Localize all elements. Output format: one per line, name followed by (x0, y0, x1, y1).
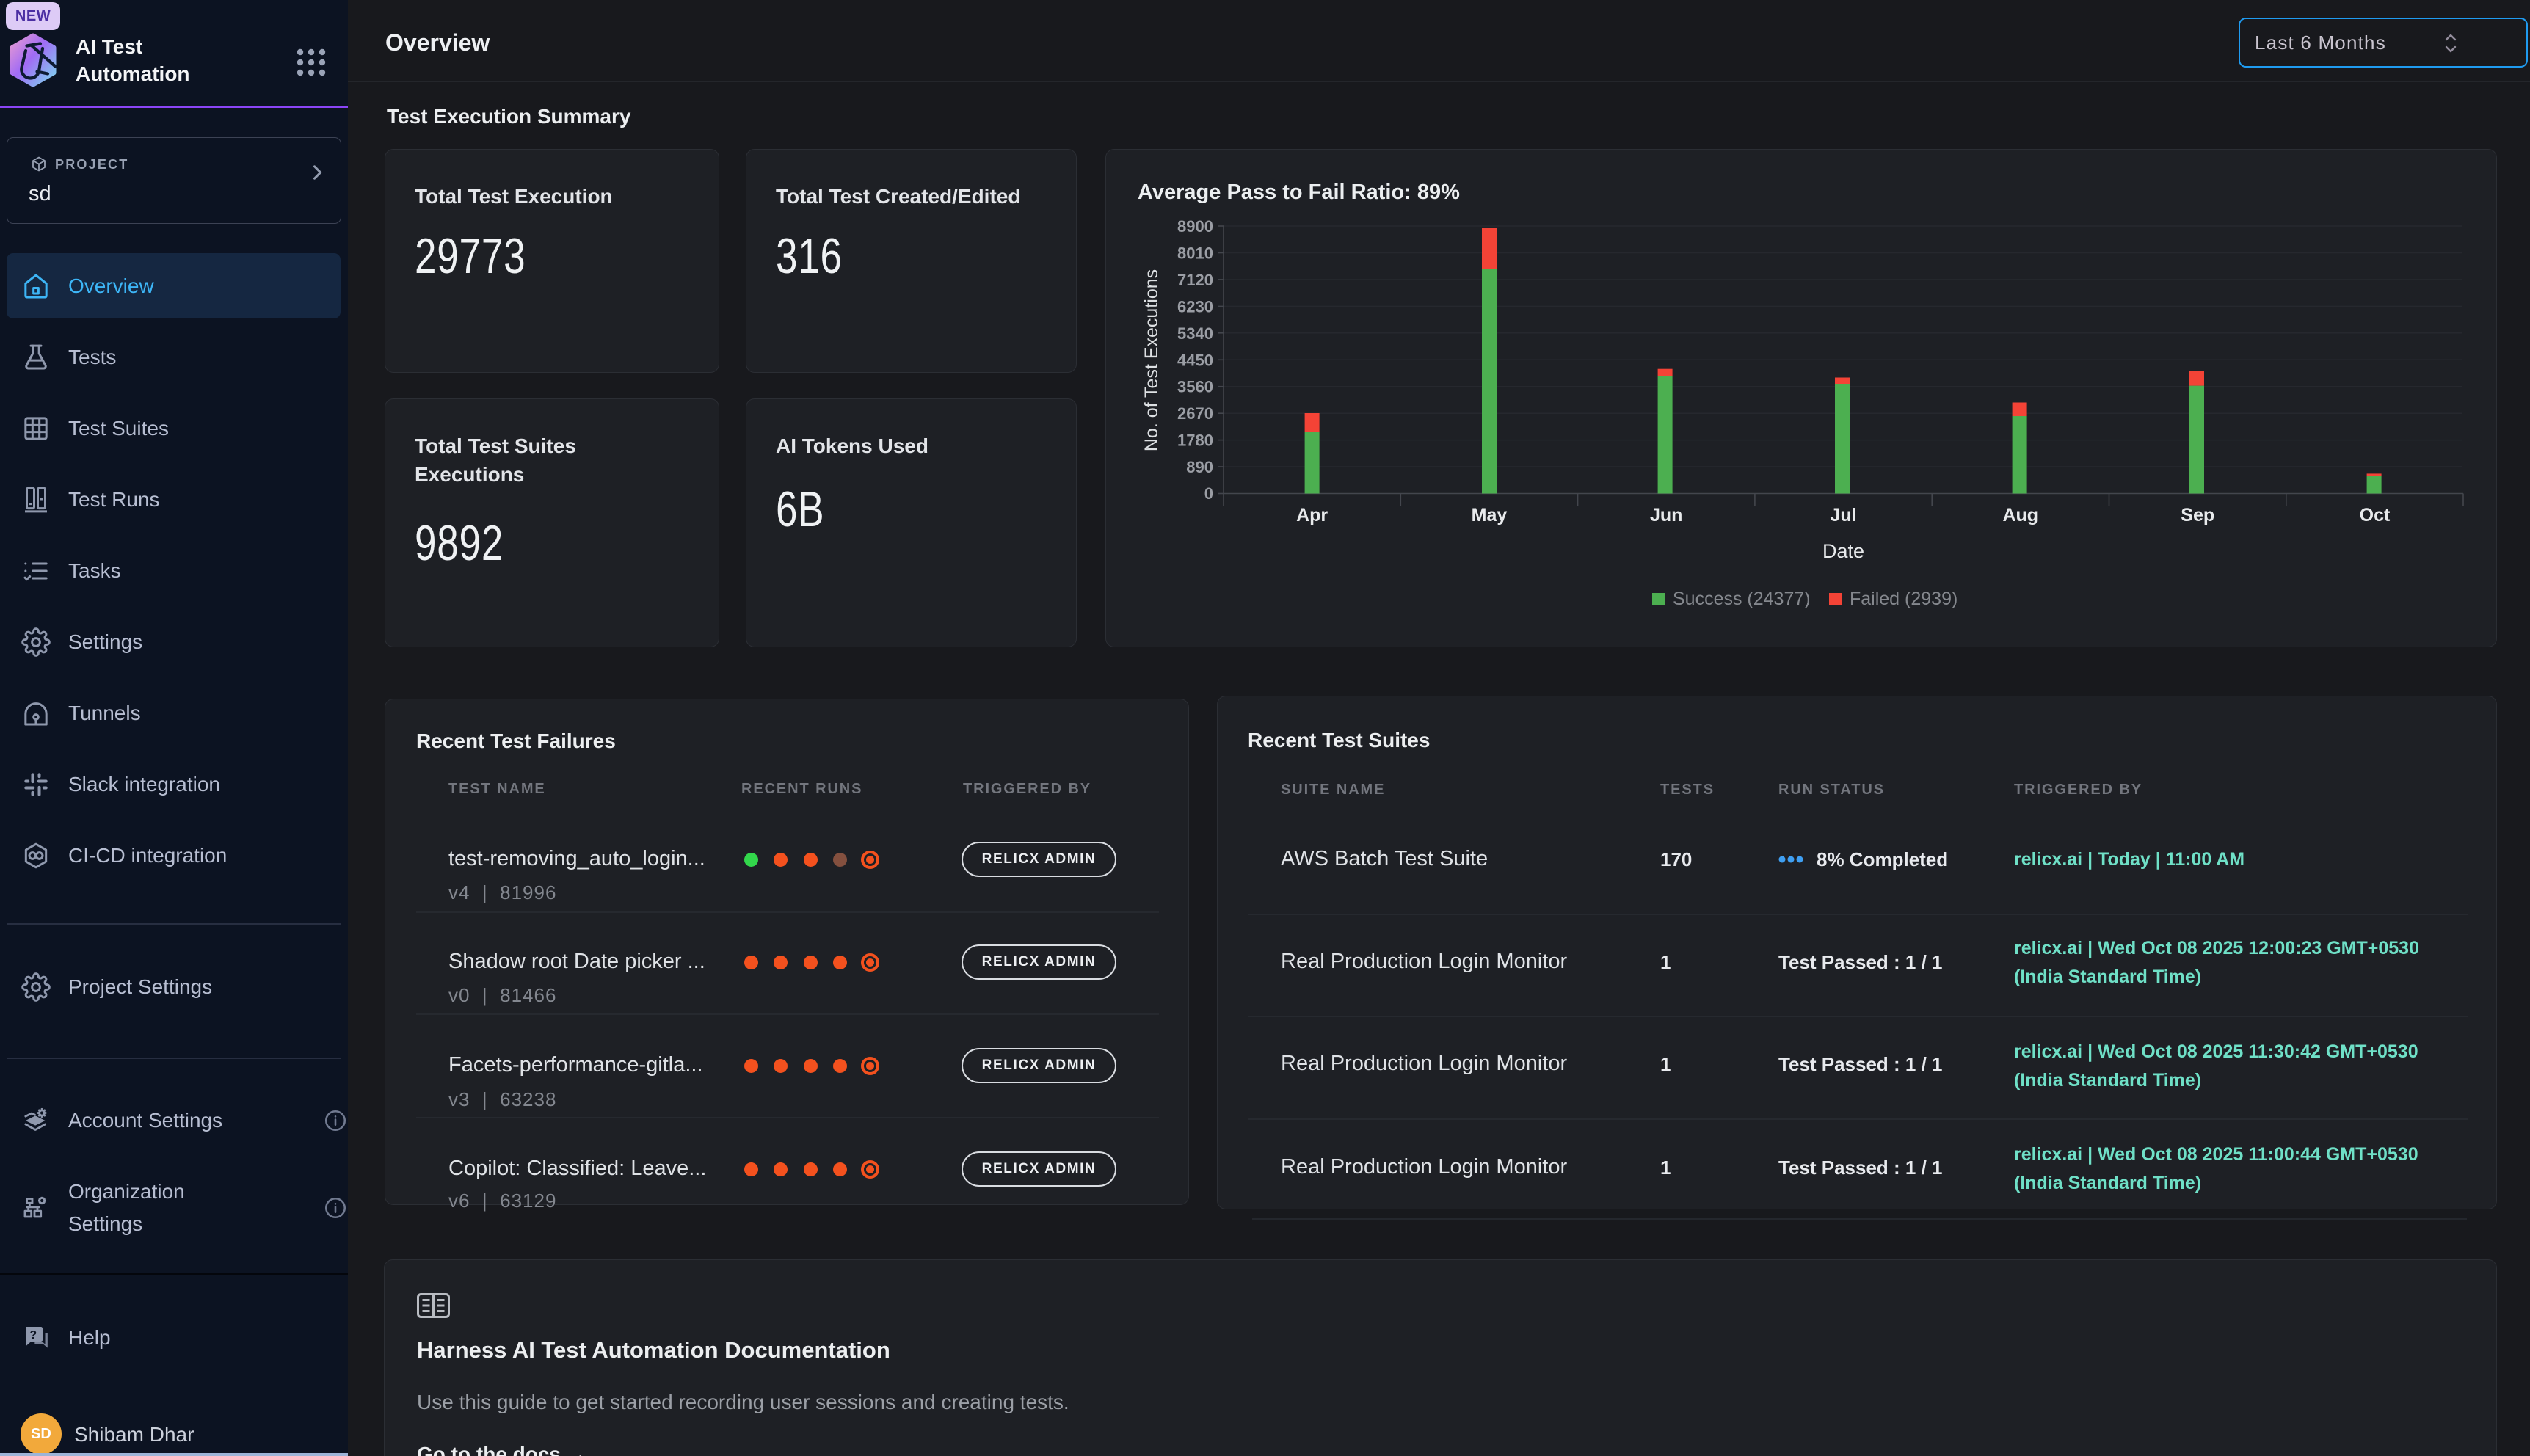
svg-text:2670: 2670 (1177, 404, 1213, 423)
svg-text:4450: 4450 (1177, 351, 1213, 369)
svg-text:Sep: Sep (2181, 505, 2214, 525)
svg-text:1780: 1780 (1177, 432, 1213, 450)
svg-text:7120: 7120 (1177, 271, 1213, 289)
svg-text:Jul: Jul (1830, 505, 1856, 525)
svg-text:Average Pass to Fail Ratio: 89: Average Pass to Fail Ratio: 89% (1138, 181, 1460, 204)
svg-text:?: ? (29, 1329, 37, 1342)
svg-text:3560: 3560 (1177, 378, 1213, 396)
svg-text:6230: 6230 (1177, 297, 1213, 316)
svg-text:8010: 8010 (1177, 244, 1213, 263)
svg-text:890: 890 (1186, 458, 1213, 476)
svg-text:Aug: Aug (2002, 505, 2038, 525)
svg-text:Date: Date (1822, 540, 1864, 562)
svg-text:Jun: Jun (1650, 505, 1682, 525)
svg-text:Failed (2939): Failed (2939) (1850, 589, 1958, 609)
svg-text:0: 0 (1204, 484, 1213, 503)
svg-text:No. of Test Executions: No. of Test Executions (1141, 269, 1162, 451)
svg-text:Success (24377): Success (24377) (1673, 589, 1811, 609)
svg-text:5340: 5340 (1177, 324, 1213, 343)
svg-text:Oct: Oct (2360, 505, 2391, 525)
svg-text:Apr: Apr (1296, 505, 1328, 525)
svg-text:May: May (1472, 505, 1508, 525)
svg-text:8900: 8900 (1177, 217, 1213, 236)
